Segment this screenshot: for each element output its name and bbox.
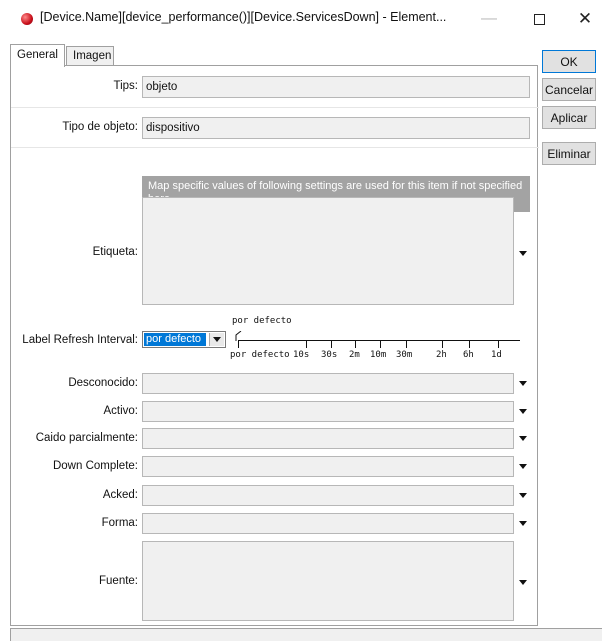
tips-field[interactable]: objeto — [142, 76, 530, 98]
tick-label: 30m — [396, 350, 413, 360]
slider-track[interactable] — [238, 340, 520, 341]
tick-label: 1d — [491, 350, 502, 360]
maximize-icon — [533, 13, 545, 25]
title-bar: [Device.Name][device_performance()][Devi… — [0, 0, 602, 38]
combo-button[interactable] — [209, 333, 224, 346]
tab-general[interactable]: General — [10, 44, 65, 67]
slider-tick — [380, 340, 381, 348]
tick-label: 2h — [436, 350, 447, 360]
status-bar — [10, 628, 602, 641]
separator — [11, 107, 539, 108]
tick-label: 10s — [293, 350, 310, 360]
tick-label: por defecto — [230, 350, 290, 360]
acked-label: Acked: — [102, 489, 138, 501]
apply-button[interactable]: Aplicar — [542, 106, 596, 129]
slider-tick — [469, 340, 470, 348]
slider-value-label: por defecto — [232, 316, 292, 326]
slider-tick — [238, 340, 239, 348]
activo-dropdown-arrow-icon[interactable] — [519, 409, 527, 414]
acked-field[interactable] — [142, 485, 514, 506]
slider-tick — [306, 340, 307, 348]
general-tab-content: Tips: objeto Tipo de objeto: dispositivo… — [10, 65, 539, 626]
fuente-dropdown-arrow-icon[interactable] — [519, 580, 527, 585]
separator — [11, 147, 539, 148]
desconocido-field[interactable] — [142, 373, 514, 394]
refresh-interval-selected: por defecto — [144, 333, 206, 346]
tick-label: 30s — [321, 350, 338, 360]
slider-tick — [331, 340, 332, 348]
maximize-button[interactable] — [516, 4, 562, 34]
etiqueta-dropdown-arrow-icon[interactable] — [519, 251, 527, 256]
chevron-down-icon — [213, 337, 221, 342]
activo-label: Activo: — [103, 405, 138, 417]
delete-button[interactable]: Eliminar — [542, 142, 596, 165]
down-complete-dropdown-arrow-icon[interactable] — [519, 464, 527, 469]
ok-button[interactable]: OK — [542, 50, 596, 73]
desconocido-label: Desconocido: — [68, 377, 138, 389]
fuente-label: Fuente: — [99, 575, 138, 587]
fuente-field[interactable] — [142, 541, 514, 621]
activo-field[interactable] — [142, 401, 514, 422]
caido-parcialmente-dropdown-arrow-icon[interactable] — [519, 436, 527, 441]
down-complete-label: Down Complete: — [52, 460, 138, 472]
window-title: [Device.Name][device_performance()][Devi… — [40, 10, 447, 24]
minimize-button[interactable]: — — [466, 4, 512, 34]
desconocido-dropdown-arrow-icon[interactable] — [519, 381, 527, 386]
close-button[interactable]: ✕ — [562, 4, 602, 34]
down-complete-field[interactable] — [142, 456, 514, 477]
forma-field[interactable] — [142, 513, 514, 534]
slider-tick — [355, 340, 356, 348]
tick-label: 6h — [463, 350, 474, 360]
etiqueta-field[interactable] — [142, 197, 514, 305]
refresh-interval-label: Label Refresh Interval: — [22, 334, 138, 346]
tab-imagen[interactable]: Imagen — [66, 46, 114, 66]
main-panel: General Imagen Tips: objeto Tipo de obje… — [10, 44, 539, 626]
etiqueta-label: Etiqueta: — [92, 246, 138, 258]
acked-dropdown-arrow-icon[interactable] — [519, 493, 527, 498]
cancel-button[interactable]: Cancelar — [542, 78, 596, 101]
caido-parcialmente-field[interactable] — [142, 428, 514, 449]
forma-dropdown-arrow-icon[interactable] — [519, 521, 527, 526]
tips-label: Tips: — [113, 80, 139, 92]
slider-tick — [406, 340, 407, 348]
refresh-interval-select[interactable]: por defecto — [142, 331, 226, 348]
app-icon — [21, 13, 33, 25]
tick-label: 10m — [370, 350, 387, 360]
object-type-label: Tipo de objeto: — [62, 121, 138, 133]
forma-label: Forma: — [101, 517, 138, 529]
caido-parcialmente-label: Caido parcialmente: — [35, 432, 138, 444]
tick-label: 2m — [349, 350, 360, 360]
slider-tick — [498, 340, 499, 348]
object-type-field: dispositivo — [142, 117, 530, 139]
slider-tick — [442, 340, 443, 348]
